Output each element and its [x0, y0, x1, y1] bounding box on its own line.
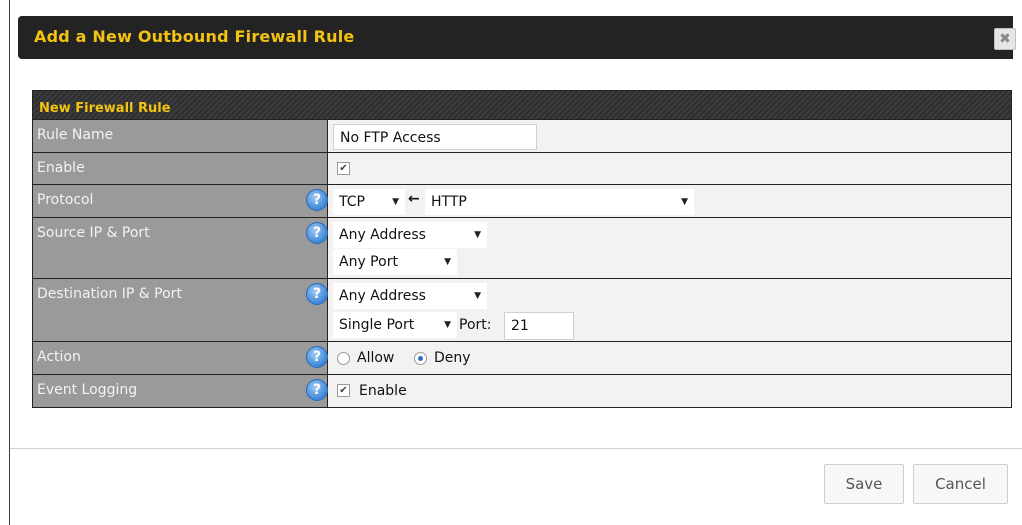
enable-value-cell: ✔: [328, 153, 1011, 184]
destination-port-type-value: Single Port: [339, 317, 415, 333]
chevron-down-icon: ▼: [474, 230, 481, 240]
event-logging-label: Event Logging: [37, 382, 138, 398]
action-row: Action ? Allow Deny: [33, 341, 1011, 374]
source-row: Source IP & Port ? Any Address ▼ Any Por…: [33, 217, 1011, 278]
destination-address-value: Any Address: [339, 288, 426, 304]
arrow-left-icon: ←: [408, 191, 420, 207]
allow-radio[interactable]: [337, 352, 350, 365]
deny-radio[interactable]: [414, 352, 427, 365]
footer-divider: [10, 448, 1022, 449]
event-logging-help-icon[interactable]: ?: [306, 379, 328, 401]
chevron-down-icon: ▼: [444, 257, 451, 267]
destination-label: Destination IP & Port: [37, 286, 182, 302]
dialog-title-bar: Add a New Outbound Firewall Rule: [18, 16, 1013, 59]
dialog-title: Add a New Outbound Firewall Rule: [34, 27, 355, 46]
close-icon[interactable]: ✖: [994, 28, 1016, 50]
panel-header: New Firewall Rule: [33, 91, 1011, 119]
rule-name-row: Rule Name No FTP Access: [33, 119, 1011, 152]
new-firewall-rule-panel: New Firewall Rule Rule Name No FTP Acces…: [32, 90, 1012, 408]
chevron-down-icon: ▼: [392, 197, 399, 207]
protocol-label: Protocol: [37, 192, 94, 208]
destination-port-type-select[interactable]: Single Port ▼: [333, 312, 457, 338]
destination-port-input[interactable]: 21: [504, 312, 574, 340]
protocol-help-icon[interactable]: ?: [306, 189, 328, 211]
enable-checkbox[interactable]: ✔: [337, 162, 350, 175]
action-help-icon[interactable]: ?: [306, 346, 328, 368]
source-label: Source IP & Port: [37, 225, 150, 241]
action-label-cell: Action ?: [33, 342, 328, 374]
source-help-icon[interactable]: ?: [306, 222, 328, 244]
chevron-down-icon: ▼: [681, 197, 688, 207]
chevron-down-icon: ▼: [444, 320, 451, 330]
action-label: Action: [37, 349, 81, 365]
event-logging-row: Event Logging ? ✔ Enable: [33, 374, 1011, 407]
source-address-select[interactable]: Any Address ▼: [333, 222, 487, 248]
source-port-select[interactable]: Any Port ▼: [333, 249, 457, 275]
action-value-cell: Allow Deny: [328, 342, 1011, 374]
destination-label-cell: Destination IP & Port ?: [33, 279, 328, 341]
destination-port-label: Port:: [459, 317, 492, 333]
rule-name-label: Rule Name: [37, 127, 114, 143]
protocol-value-cell: TCP ▼ ← HTTP ▼: [328, 185, 1011, 217]
source-value-cell: Any Address ▼ Any Port ▼: [328, 218, 1011, 278]
rule-name-value-cell: No FTP Access: [328, 120, 1011, 152]
event-logging-value-cell: ✔ Enable: [328, 375, 1011, 407]
source-label-cell: Source IP & Port ?: [33, 218, 328, 278]
event-logging-label-cell: Event Logging ?: [33, 375, 328, 407]
allow-label: Allow: [357, 350, 395, 366]
protocol-label-cell: Protocol ?: [33, 185, 328, 217]
destination-row: Destination IP & Port ? Any Address ▼ Si…: [33, 278, 1011, 341]
source-address-value: Any Address: [339, 227, 426, 243]
destination-value-cell: Any Address ▼ Single Port ▼ Port: 21: [328, 279, 1011, 341]
service-select[interactable]: HTTP ▼: [425, 189, 694, 215]
enable-row: Enable ✔: [33, 152, 1011, 184]
chevron-down-icon: ▼: [474, 291, 481, 301]
deny-label: Deny: [434, 350, 471, 366]
enable-label-cell: Enable: [33, 153, 328, 184]
cancel-button[interactable]: Cancel: [913, 464, 1008, 504]
event-logging-checkbox[interactable]: ✔: [337, 384, 350, 397]
firewall-rule-dialog: Add a New Outbound Firewall Rule ✖ New F…: [9, 0, 1022, 525]
save-button[interactable]: Save: [824, 464, 904, 504]
protocol-select-value: TCP: [339, 194, 365, 210]
rule-name-input[interactable]: No FTP Access: [333, 124, 537, 150]
source-port-value: Any Port: [339, 254, 398, 270]
enable-label: Enable: [37, 160, 85, 176]
destination-help-icon[interactable]: ?: [306, 283, 328, 305]
service-select-value: HTTP: [431, 194, 467, 210]
event-logging-enable-label: Enable: [359, 383, 407, 399]
destination-address-select[interactable]: Any Address ▼: [333, 283, 487, 309]
protocol-row: Protocol ? TCP ▼ ← HTTP ▼: [33, 184, 1011, 217]
protocol-select[interactable]: TCP ▼: [333, 189, 405, 215]
rule-name-label-cell: Rule Name: [33, 120, 328, 152]
